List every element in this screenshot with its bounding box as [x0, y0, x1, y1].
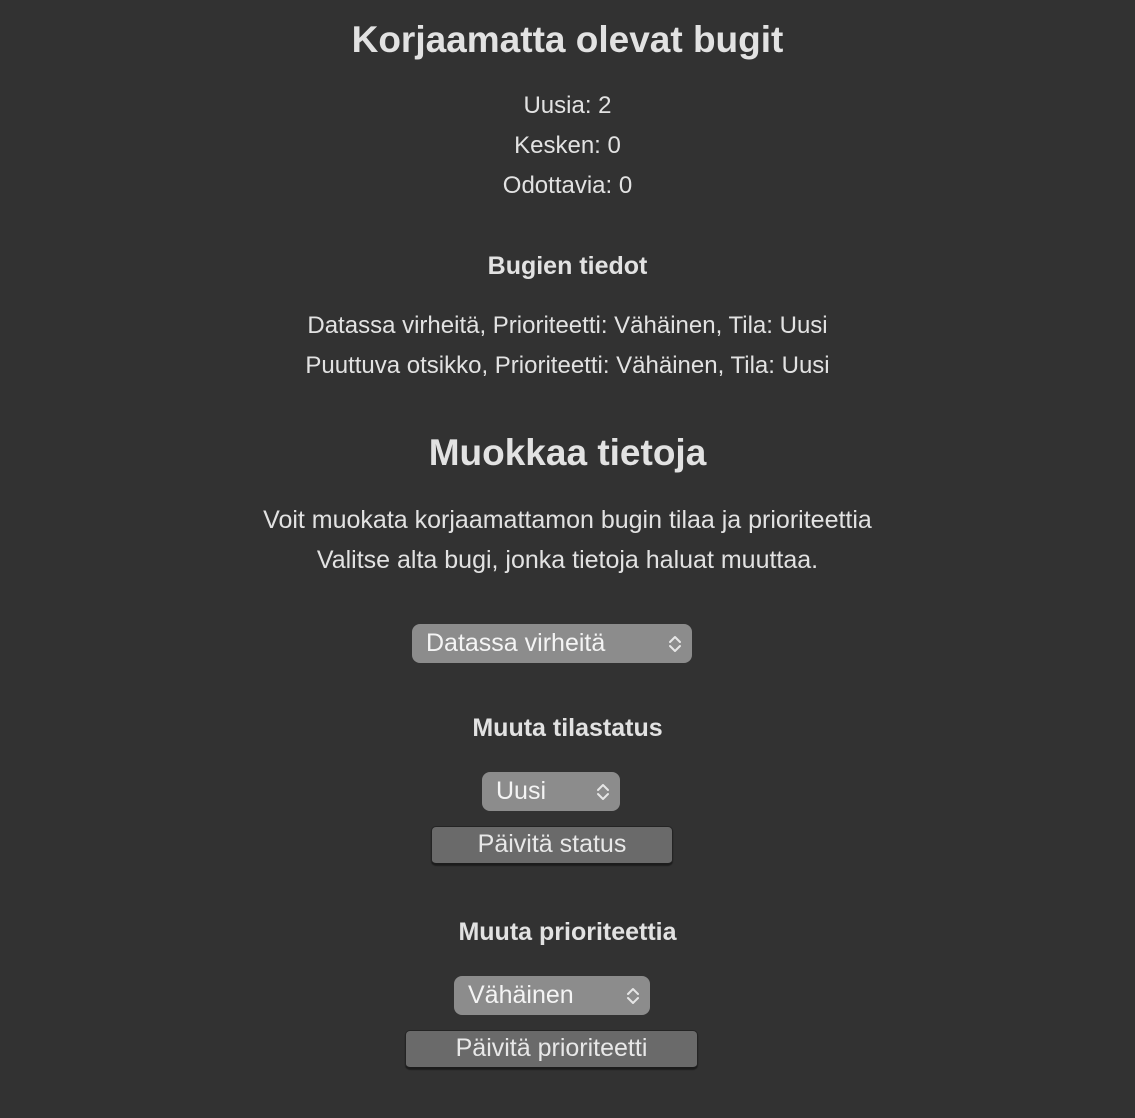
new-count: Uusia: 2 [523, 92, 612, 119]
bug-detail-item: Datassa virheitä, Prioriteetti: Vähäinen… [307, 312, 828, 339]
page-title: Korjaamatta olevat bugit [351, 19, 784, 60]
status-heading: Muuta tilastatus [472, 714, 663, 742]
edit-title: Muokkaa tietoja [428, 432, 707, 473]
bug-select[interactable]: Datassa virheitä [412, 624, 692, 663]
status-select[interactable]: Uusi [482, 772, 620, 811]
chevron-up-down-icon [627, 988, 639, 1004]
edit-description-line2: Valitse alta bugi, jonka tietoja haluat … [316, 546, 819, 574]
details-heading: Bugien tiedot [487, 252, 648, 280]
bug-select-value: Datassa virheitä [426, 629, 606, 657]
waiting-count: Odottavia: 0 [502, 172, 633, 199]
in-progress-count: Kesken: 0 [514, 132, 621, 159]
status-select-value: Uusi [496, 777, 547, 805]
chevron-up-down-icon [597, 784, 609, 800]
bug-detail-item: Puuttuva otsikko, Prioriteetti: Vähäinen… [305, 352, 830, 379]
priority-select-value: Vähäinen [468, 981, 574, 1009]
update-status-button[interactable]: Päivitä status [431, 826, 673, 865]
priority-select[interactable]: Vähäinen [454, 976, 650, 1015]
priority-heading: Muuta prioriteettia [458, 918, 677, 946]
update-priority-button[interactable]: Päivitä prioriteetti [405, 1030, 698, 1069]
edit-description-line1: Voit muokata korjaamattamon bugin tilaa … [263, 506, 872, 534]
chevron-up-down-icon [669, 636, 681, 652]
